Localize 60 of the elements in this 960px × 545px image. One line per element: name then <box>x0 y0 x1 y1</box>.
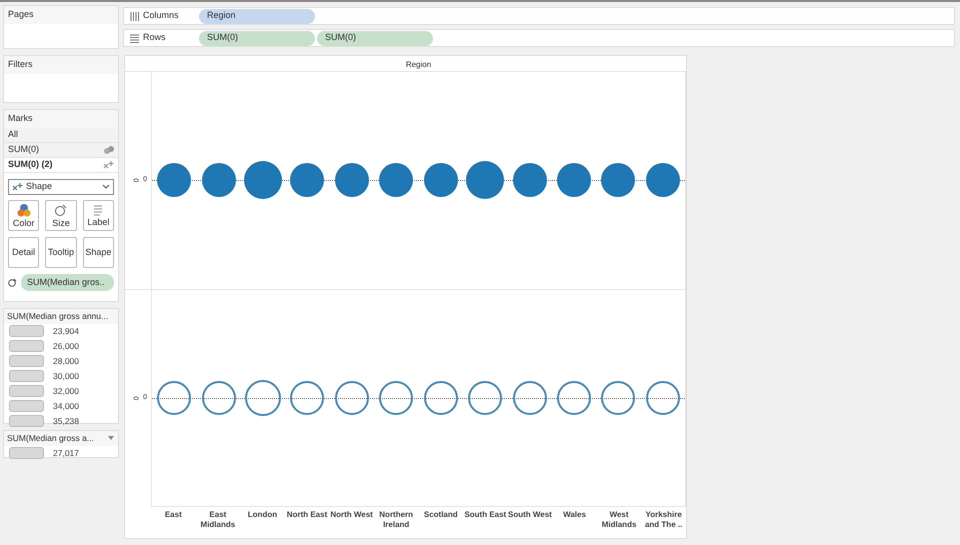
marks-card-button[interactable]: Size <box>45 200 77 230</box>
axis-label: North East <box>286 509 328 521</box>
size-icon <box>54 202 68 216</box>
rows-icon <box>130 34 139 42</box>
legend-label: 34,000 <box>53 400 79 413</box>
axis-label: South West <box>508 509 552 521</box>
chevron-down-icon <box>102 184 110 189</box>
axis-label: West Midlands <box>600 509 638 531</box>
measure-pill[interactable]: SUM(0) <box>199 30 315 46</box>
axis-label: Scotland <box>422 509 459 521</box>
columns-icon <box>130 12 139 20</box>
text-label-icon <box>92 204 104 216</box>
axis-label: Wales <box>562 509 587 521</box>
panel-title: Filters <box>4 56 118 74</box>
size-swatch <box>9 370 44 382</box>
marks-card-button[interactable]: Color <box>8 200 40 230</box>
legend-title: SUM(Median gross a... <box>6 432 95 445</box>
legend-label: 23,904 <box>53 324 79 338</box>
dropdown-arrow-icon[interactable] <box>108 436 114 440</box>
size-swatch <box>9 355 44 368</box>
column-header: Region <box>404 59 432 71</box>
axis-label: London <box>246 509 278 521</box>
panel-title: Marks <box>4 110 118 128</box>
axis-label: North West <box>329 509 374 521</box>
size-icon <box>8 278 17 287</box>
legend-title: SUM(Median gross annu... <box>4 309 118 324</box>
size-swatch <box>9 400 44 412</box>
legend-label: 32,000 <box>53 384 79 398</box>
legend-label: 28,000 <box>53 354 79 368</box>
shape-mark-icon <box>103 160 114 168</box>
marks-layer-tab[interactable]: All <box>4 128 118 142</box>
shelf-label: Rows <box>143 31 167 44</box>
shape-mark-icon <box>12 182 23 190</box>
legend-label: 30,000 <box>53 370 79 383</box>
legend-label: 35,238 <box>53 414 79 428</box>
panel-title: Pages <box>4 6 118 24</box>
marks-layer-tab[interactable]: SUM(0) <box>4 142 118 158</box>
mark-type-dropdown[interactable]: Shape <box>8 178 114 194</box>
size-swatch <box>9 325 44 338</box>
legend-label: 26,000 <box>53 340 79 353</box>
axis-label: South East <box>463 509 508 521</box>
marks-card-button[interactable]: Label <box>82 200 114 230</box>
axis-label: East <box>164 509 183 521</box>
size-pill[interactable]: SUM(Median gros.. <box>21 274 114 291</box>
axis-label: East Midlands <box>200 509 236 531</box>
axis-label: Yorkshire and The .. <box>644 509 684 531</box>
size-swatch <box>9 385 44 398</box>
axis-label: Northern Ireland <box>378 509 414 531</box>
measure-pill[interactable]: SUM(0) <box>317 30 433 46</box>
marks-layer-tab[interactable]: SUM(0) (2) <box>4 158 118 172</box>
dimension-pill[interactable]: Region <box>199 8 315 24</box>
color-palette-icon <box>16 202 31 216</box>
marks-card-button[interactable]: Tooltip <box>45 236 77 268</box>
size-swatch <box>9 340 44 352</box>
legend-label: 27,017 <box>53 446 79 460</box>
shelf-label: Columns <box>143 9 180 22</box>
mark-type-label: Shape <box>26 180 54 193</box>
marks-card-button[interactable]: Detail <box>8 236 40 268</box>
marks-card-button[interactable]: Shape <box>82 236 114 268</box>
multiple-circles-icon <box>104 146 114 154</box>
